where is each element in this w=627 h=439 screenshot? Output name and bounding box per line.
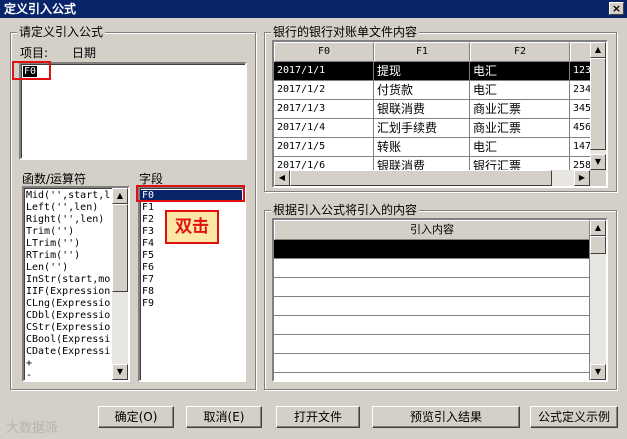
close-icon: × (611, 2, 622, 15)
double-click-callout: 双击 (165, 210, 219, 244)
field-item[interactable]: F9 (142, 298, 242, 310)
bank-file-group-title: 银行的银行对账单文件内容 (271, 25, 420, 39)
bank-scroll-up-icon: ▲ (594, 45, 602, 54)
formula-group-title: 请定义引入公式 (17, 25, 106, 39)
scroll-thumb[interactable] (112, 204, 128, 292)
bank-cell[interactable]: 2017/1/4 (274, 119, 374, 138)
bank-scroll-down-icon: ▼ (594, 157, 602, 166)
ok-button[interactable]: 确定(O) (98, 406, 174, 428)
bank-cell[interactable]: 商业汇票 (470, 100, 570, 119)
bank-cell[interactable]: 电汇 (470, 138, 570, 157)
scroll-up-icon: ▲ (116, 191, 124, 200)
preview-scroll-up-icon: ▲ (594, 223, 602, 232)
bank-cell[interactable]: 2017/1/5 (274, 138, 374, 157)
field-item[interactable]: F6 (142, 262, 242, 274)
bank-cell[interactable]: 商业汇票 (470, 119, 570, 138)
preview-column-header[interactable]: 引入内容 (274, 220, 590, 240)
formula-examples-button[interactable]: 公式定义示例 (530, 406, 618, 428)
function-item[interactable]: CLng(Expressio (26, 298, 110, 310)
formula-editor[interactable]: F0 (19, 62, 247, 160)
preview-button[interactable]: 预览引入结果 (372, 406, 520, 428)
close-button[interactable]: × (609, 2, 624, 15)
field-item[interactable]: F7 (142, 274, 242, 286)
preview-scroll-down-button[interactable]: ▼ (590, 364, 606, 380)
bank-grid-corner (590, 170, 606, 186)
preview-row[interactable] (274, 240, 590, 259)
dialog-title: 定义引入公式 (4, 2, 77, 16)
bank-cell[interactable]: 电汇 (470, 62, 570, 81)
function-item[interactable]: RTrim('') (26, 250, 110, 262)
preview-row[interactable] (274, 373, 590, 380)
bank-scroll-left-icon: ◀ (278, 173, 286, 182)
function-item[interactable]: Len('') (26, 262, 110, 274)
preview-row[interactable] (274, 278, 590, 297)
watermark: 大数据派 (6, 421, 59, 436)
bank-scroll-right-button[interactable]: ▶ (574, 170, 590, 186)
bank-file-grid[interactable]: F0 F1 F2 2017/1/1 提现 电汇 1234 2017/1/2 付货款 电汇 2345 2… (272, 40, 608, 188)
bank-cell[interactable]: 汇划手续费 (374, 119, 470, 138)
field-highlight-box (136, 185, 245, 202)
scroll-down-icon: ▼ (116, 367, 124, 376)
bank-cell[interactable]: 电汇 (470, 81, 570, 100)
function-item[interactable]: Right('',len) (26, 214, 110, 226)
preview-row[interactable] (274, 297, 590, 316)
formula-highlight-box (12, 61, 51, 80)
bank-grid-vscroll[interactable]: ▲ ▼ (590, 42, 606, 170)
bank-cell[interactable]: 银联消费 (374, 100, 470, 119)
function-item[interactable]: InStr(start,mo (26, 274, 110, 286)
functions-scrollbar[interactable]: ▲ ▼ (112, 188, 128, 380)
bank-column-header[interactable]: F1 (374, 42, 470, 62)
cancel-button[interactable]: 取消(E) (186, 406, 262, 428)
preview-vscroll-thumb[interactable] (590, 236, 606, 254)
preview-row[interactable] (274, 259, 590, 278)
bank-column-header[interactable]: F2 (470, 42, 570, 62)
functions-list[interactable]: Mid('',start,le Left('',len) Right('',len)… (22, 186, 130, 382)
preview-row[interactable] (274, 316, 590, 335)
bank-scroll-up-button[interactable]: ▲ (590, 42, 606, 58)
function-item[interactable]: + (26, 358, 110, 370)
open-file-button[interactable]: 打开文件 (276, 406, 360, 428)
preview-grid[interactable]: 引入内容 ▲ ▼ (272, 218, 608, 382)
function-item[interactable]: - (26, 370, 110, 380)
function-item[interactable]: IIF(Expression, (26, 286, 110, 298)
function-item[interactable]: Trim('') (26, 226, 110, 238)
function-item[interactable]: CDbl(Expressio (26, 310, 110, 322)
bank-scroll-left-button[interactable]: ◀ (274, 170, 290, 186)
scroll-up-button[interactable]: ▲ (112, 188, 128, 204)
bank-cell[interactable]: 提现 (374, 62, 470, 81)
bank-cell[interactable]: 2017/1/2 (274, 81, 374, 100)
function-item[interactable]: CBool(Expressi (26, 334, 110, 346)
bank-hscroll-thumb[interactable] (290, 170, 552, 186)
function-item[interactable]: CDate(Expressi (26, 346, 110, 358)
bank-cell[interactable]: 转账 (374, 138, 470, 157)
function-item[interactable]: CStr(Expressio (26, 322, 110, 334)
preview-scroll-down-icon: ▼ (594, 367, 602, 376)
dialog-title-bar: 定义引入公式 × (0, 0, 627, 18)
bank-column-header[interactable]: F0 (274, 42, 374, 62)
preview-vscroll[interactable]: ▲ ▼ (590, 220, 606, 380)
scroll-down-button[interactable]: ▼ (112, 364, 128, 380)
bank-scroll-down-button[interactable]: ▼ (590, 154, 606, 170)
bank-scroll-right-icon: ▶ (578, 173, 586, 182)
bank-cell[interactable]: 2017/1/1 (274, 62, 374, 81)
item-label: 项目: (20, 46, 49, 60)
bank-cell[interactable]: 2017/1/3 (274, 100, 374, 119)
preview-row[interactable] (274, 335, 590, 354)
field-item[interactable]: F8 (142, 286, 242, 298)
functions-label: 函数/运算符 (22, 172, 87, 186)
function-item[interactable]: Mid('',start,le (26, 190, 110, 202)
preview-scroll-up-button[interactable]: ▲ (590, 220, 606, 236)
function-item[interactable]: LTrim('') (26, 238, 110, 250)
function-item[interactable]: Left('',len) (26, 202, 110, 214)
bank-cell[interactable]: 付货款 (374, 81, 470, 100)
bank-vscroll-thumb[interactable] (590, 58, 606, 150)
preview-row[interactable] (274, 354, 590, 373)
bank-grid-hscroll[interactable]: ◀ ▶ (274, 170, 590, 186)
item-value: 日期 (72, 46, 97, 60)
preview-group-title: 根据引入公式将引入的内容 (271, 203, 420, 217)
field-item[interactable]: F5 (142, 250, 242, 262)
